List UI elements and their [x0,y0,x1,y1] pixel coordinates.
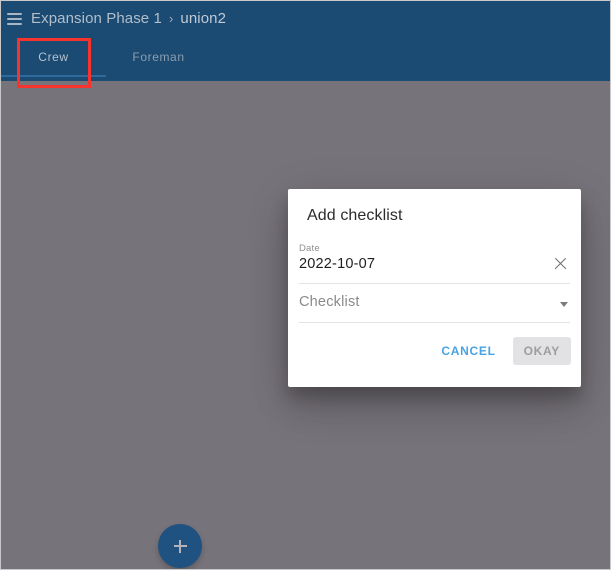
tab-crew[interactable]: Crew [1,36,106,77]
cancel-button[interactable]: CANCEL [430,337,506,365]
tab-foreman[interactable]: Foreman [106,36,211,77]
hamburger-line [7,12,22,15]
date-field[interactable]: Date 2022-10-07 [299,243,570,284]
breadcrumb: Expansion Phase 1 › union2 [31,10,226,27]
date-field-value: 2022-10-07 [299,256,376,272]
hamburger-line [7,17,22,20]
breadcrumb-item-current[interactable]: union2 [180,10,226,27]
dialog-title: Add checklist [307,207,403,224]
checklist-select[interactable]: Checklist [299,293,570,323]
add-checklist-dialog: Add checklist Date 2022-10-07 Checklist … [288,189,581,387]
app-screen: Expansion Phase 1 › union2 Crew Foreman … [0,0,611,570]
chevron-down-icon[interactable] [560,302,568,307]
hamburger-line [7,22,22,25]
date-field-label: Date [299,243,320,254]
tab-crew-label: Crew [38,49,69,64]
tab-bar: Crew Foreman [1,36,212,77]
hamburger-menu-icon[interactable] [7,12,22,25]
close-icon[interactable] [552,255,569,272]
dialog-actions: CANCEL OKAY [430,337,571,365]
checklist-select-placeholder: Checklist [299,294,360,310]
tab-foreman-label: Foreman [132,49,185,64]
add-floating-action-button[interactable] [158,524,202,568]
okay-button[interactable]: OKAY [512,337,571,365]
plus-icon [173,539,187,553]
top-toolbar: Expansion Phase 1 › union2 [1,1,610,36]
breadcrumb-item-root[interactable]: Expansion Phase 1 [31,10,162,27]
breadcrumb-separator-icon: › [168,11,174,26]
app-header: Expansion Phase 1 › union2 Crew Foreman [1,1,610,81]
